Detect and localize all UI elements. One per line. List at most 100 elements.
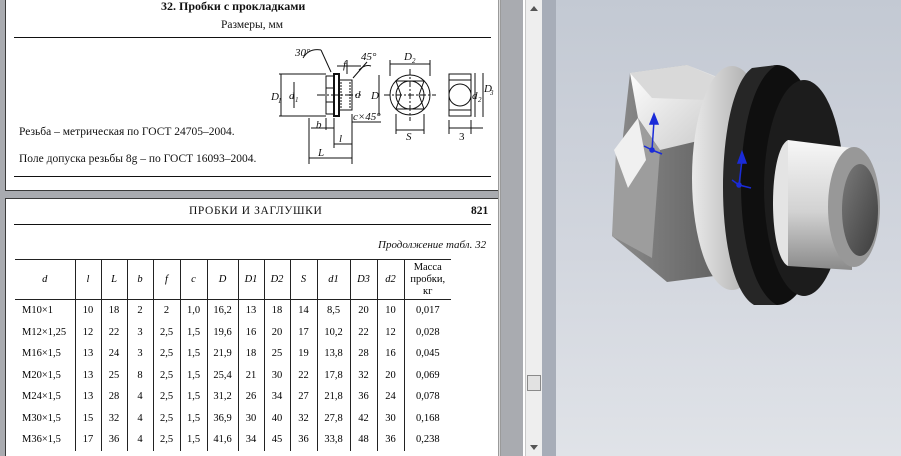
chamfer-45-label: 45° (361, 51, 377, 63)
table-title: 32. Пробки с прокладками (161, 0, 306, 13)
table-cell: 12 (74, 321, 102, 343)
table-cell: 36 (100, 429, 128, 451)
cad-3d-viewport[interactable] (542, 0, 901, 456)
col-header: L (100, 259, 128, 300)
table-cell: 26 (237, 386, 265, 408)
S-label: S (406, 131, 412, 143)
table-cell: 32 (349, 364, 378, 386)
table-cell: 19 (289, 343, 318, 365)
table-cell: 1,5 (179, 429, 208, 451)
footer-rule (14, 176, 491, 177)
table-cell: 2,5 (152, 343, 181, 365)
table-cell: 20 (263, 321, 291, 343)
table-cell: 4 (126, 386, 154, 408)
vertical-scrollbar[interactable] (525, 0, 542, 456)
table-cell: 2,5 (152, 429, 181, 451)
table-cell: 32 (100, 407, 128, 429)
page-821: ПРОБКИ И ЗАГЛУШКИ 821 Продолжение табл. … (5, 198, 499, 456)
table-cell: 4 (126, 429, 154, 451)
col-header: Масса пробки, кг (403, 259, 451, 300)
table-cell: 17 (289, 321, 318, 343)
table-cell: 2,5 (152, 386, 181, 408)
table-cell: 31,2 (206, 386, 239, 408)
table-cell: 0,069 (403, 364, 451, 386)
table-cell: 24 (376, 386, 405, 408)
table-cell: 1,5 (179, 407, 208, 429)
l-label: l (339, 133, 342, 145)
table-cell: 34 (263, 386, 291, 408)
table-cell: 13 (237, 299, 265, 322)
table-cell: 1,5 (179, 364, 208, 386)
table-cell: 27,8 (316, 407, 351, 429)
D-label: D (370, 90, 379, 102)
threaded-shank (773, 140, 880, 270)
table-cell: 18 (237, 343, 265, 365)
table-cell: 13 (74, 364, 102, 386)
table-cell: 27 (289, 386, 318, 408)
thread-note: Резьба – метрическая по ГОСТ 24705–2004. (19, 126, 235, 138)
col-header: D3 (349, 259, 378, 300)
table-cell: 13 (74, 343, 102, 365)
table-cell: 24 (100, 343, 128, 365)
table-row: M24×1,5 13 28 4 2,5 1,5 31,2 26 34 27 21,8 36 24 0,07… (15, 386, 451, 408)
D1-sub: 1 (278, 97, 282, 105)
table-cell: 22 (349, 321, 378, 343)
table-cell: 22 (100, 321, 128, 343)
table-cell: 12 (376, 321, 405, 343)
table-cell: 25 (100, 364, 128, 386)
table-cell: 15 (74, 407, 102, 429)
table-cell: 3 (126, 343, 154, 365)
table-cell: M20×1,5 (15, 364, 76, 386)
table-cell: 0,168 (403, 407, 451, 429)
table-cell: 16 (376, 343, 405, 365)
table-cell: 32 (289, 407, 318, 429)
table-cell: M10×1 (15, 299, 76, 322)
table-cell: 20 (349, 299, 378, 322)
table-cell: 41,6 (206, 429, 239, 451)
scroll-thumb[interactable] (527, 375, 541, 391)
table-cell: 0,238 (403, 429, 451, 451)
table-cell: 30 (263, 364, 291, 386)
table-cell: 2,5 (152, 407, 181, 429)
table-row: M12×1,25 12 22 3 2,5 1,5 19,6 16 20 17 10,2 22 12 0,0… (15, 321, 451, 343)
col-header: d2 (376, 259, 405, 300)
scroll-up-icon[interactable] (527, 1, 541, 15)
scroll-down-icon[interactable] (527, 441, 541, 455)
table-cell: 3 (126, 321, 154, 343)
col-header: D2 (263, 259, 291, 300)
table-cell: 25,4 (206, 364, 239, 386)
table-cell: 40 (263, 407, 291, 429)
col-header: c (179, 259, 208, 300)
table-cell: 2,5 (152, 364, 181, 386)
col-header: d1 (316, 259, 351, 300)
pane-splitter[interactable] (498, 0, 501, 456)
table-cell: 14 (289, 299, 318, 322)
units-note: Размеры, мм (221, 19, 284, 31)
table-cell: 48 (349, 429, 378, 451)
col-header: l (74, 259, 102, 300)
table-row: M16×1,5 13 24 3 2,5 1,5 21,9 18 25 19 13,8 28 16 0,04… (15, 343, 451, 365)
table-cell: 0,078 (403, 386, 451, 408)
table-cell: 34 (237, 429, 265, 451)
table-cell: 21 (237, 364, 265, 386)
table-cell: 28 (100, 386, 128, 408)
table-cell: 18 (263, 299, 291, 322)
table-cell: 0,017 (403, 299, 451, 322)
table-cell: 22 (289, 364, 318, 386)
b-label: b (316, 119, 322, 131)
table-cell: 36,9 (206, 407, 239, 429)
table-cell: 1,5 (179, 386, 208, 408)
washer-3-label: 3 (459, 131, 465, 143)
running-head: ПРОБКИ И ЗАГЛУШКИ (189, 205, 323, 217)
table-cell: 1,5 (179, 343, 208, 365)
table-cell: 20 (376, 364, 405, 386)
table-cell: 8 (126, 364, 154, 386)
table-cell: M12×1,25 (15, 321, 76, 343)
table-cell: M24×1,5 (15, 386, 76, 408)
table-cell: 36 (376, 429, 405, 451)
col-header: f (152, 259, 181, 300)
table-cell: 19,6 (206, 321, 239, 343)
c45-label: c×45° (353, 111, 381, 123)
dimensions-table: d l L b f c D D1 D2 S d1 D3 d2 Масса про… (15, 259, 451, 451)
document-viewer[interactable]: 32. Пробки с прокладками Размеры, мм 30°… (0, 0, 523, 456)
